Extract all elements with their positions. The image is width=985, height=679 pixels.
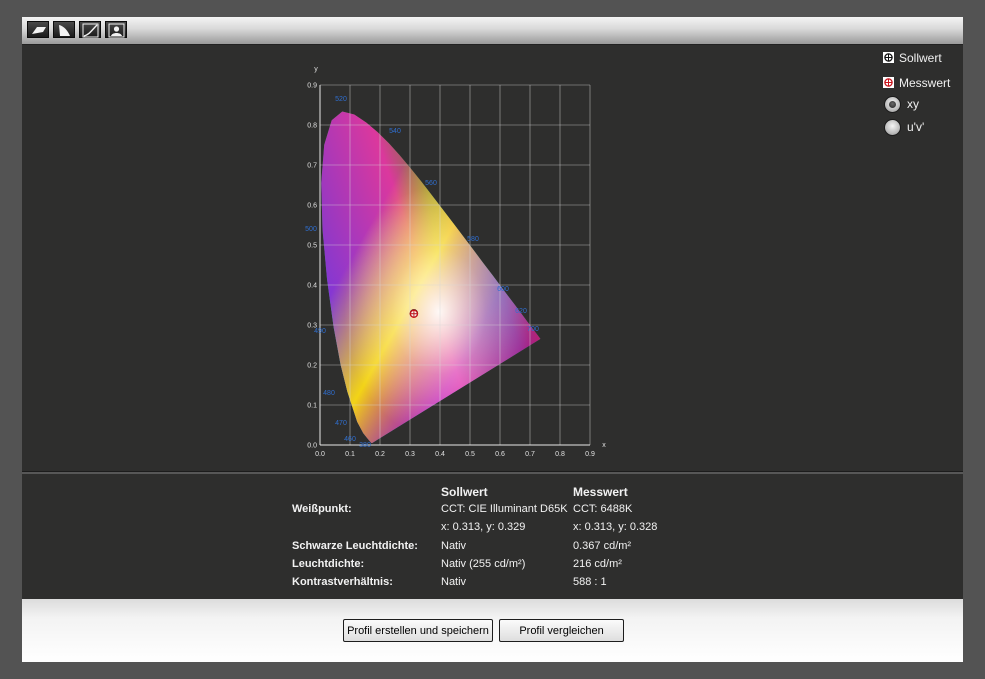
wavelength-label-500: 500 [305, 226, 317, 233]
legend-target-label: Sollwert [899, 51, 942, 65]
x-tick-label-2: 0.2 [375, 451, 385, 458]
cie-xy-chart: 0.0 0.1 0.2 0.3 0.4 0.5 0.6 0.7 0.8 0.9 0.0 0.1 0.2 0… [305, 66, 606, 458]
column-header-target: Sollwert [441, 485, 488, 499]
row-label-black-luminance: Schwarze Leuchtdichte: [292, 540, 418, 552]
x-tick-label-1: 0.1 [345, 451, 355, 458]
x-tick-label-6: 0.6 [495, 451, 505, 458]
x-axis-label: x [602, 442, 606, 449]
target-marker-icon [883, 52, 894, 63]
measured-white-point-xy: x: 0.313, y: 0.328 [573, 521, 658, 533]
x-tick-label-5: 0.5 [465, 451, 475, 458]
measured-luminance: 216 cd/m² [573, 558, 622, 570]
y-tick-label-8: 0.8 [307, 123, 317, 130]
target-contrast: Nativ [441, 576, 467, 588]
x-tick-label-9: 0.9 [585, 451, 595, 458]
y-tick-label-7: 0.7 [307, 163, 317, 170]
gamut-white-layer [321, 111, 541, 443]
x-tick-label-3: 0.3 [405, 451, 415, 458]
gamut-view-icon [32, 27, 46, 34]
gamut-view-button[interactable] [27, 21, 49, 38]
y-tick-label-4: 0.4 [307, 283, 317, 290]
wavelength-label-560: 560 [425, 180, 437, 187]
wavelength-label-580: 580 [467, 236, 479, 243]
wavelength-label-700: 700 [527, 326, 539, 333]
tone-curve-icon [82, 23, 99, 38]
tone-curve-button[interactable] [79, 21, 101, 38]
y-tick-label-2: 0.2 [307, 363, 317, 370]
gamut-color-layers [321, 111, 541, 443]
user-icon [108, 23, 125, 38]
row-label-contrast: Kontrastverhältnis: [292, 576, 393, 588]
radio-uv-button[interactable] [885, 120, 900, 135]
x-tick-label-7: 0.7 [525, 451, 535, 458]
x-tick-label-4: 0.4 [435, 451, 445, 458]
wavelength-label-460: 460 [344, 436, 356, 443]
profile-info-table: Sollwert Messwert Weißpunkt: CCT: CIE Il… [22, 475, 963, 599]
measured-marker-icon [883, 77, 894, 88]
y-tick-label-1: 0.1 [307, 403, 317, 410]
x-tick-label-0: 0.0 [315, 451, 325, 458]
toolbar [22, 17, 963, 45]
measured-contrast: 588 : 1 [573, 576, 607, 588]
white-point-icon [59, 25, 70, 36]
compare-profile-button[interactable]: Profil vergleichen [499, 619, 624, 642]
row-label-white-point: Weißpunkt: [292, 503, 352, 515]
section-divider [22, 471, 963, 474]
main-window: 0.0 0.1 0.2 0.3 0.4 0.5 0.6 0.7 0.8 0.9 0.0 0.1 0.2 0… [22, 17, 963, 662]
footer-bar: Profil erstellen und speichern Profil ve… [22, 599, 963, 662]
wavelength-label-480: 480 [323, 390, 335, 397]
user-button[interactable] [105, 21, 127, 38]
radio-xy-button[interactable] [885, 97, 900, 112]
radio-uv-label: u'v' [907, 120, 925, 134]
row-label-luminance: Leuchtdichte: [292, 558, 365, 570]
wavelength-label-380: 380 [359, 442, 371, 449]
wavelength-label-470: 470 [335, 420, 347, 427]
target-white-point-xy: x: 0.313, y: 0.329 [441, 521, 526, 533]
column-header-measured: Messwert [573, 485, 628, 499]
target-black-luminance: Nativ [441, 540, 467, 552]
measured-black-luminance: 0.367 cd/m² [573, 540, 632, 552]
wavelength-label-520: 520 [335, 96, 347, 103]
y-tick-label-0: 0.0 [307, 443, 317, 450]
target-luminance: Nativ (255 cd/m²) [441, 558, 526, 570]
measured-white-point-cct: CCT: 6488K [573, 503, 633, 515]
y-tick-label-6: 0.6 [307, 203, 317, 210]
wavelength-label-490: 490 [314, 328, 326, 335]
target-white-point-cct: CCT: CIE Illuminant D65K [441, 503, 568, 515]
radio-xy-label: xy [907, 97, 919, 111]
wavelength-label-540: 540 [389, 128, 401, 135]
wavelength-label-620: 620 [515, 308, 527, 315]
wavelength-label-600: 600 [497, 286, 509, 293]
create-profile-button[interactable]: Profil erstellen und speichern [343, 619, 493, 642]
legend-measured-label: Messwert [899, 76, 951, 90]
y-tick-label-5: 0.5 [307, 243, 317, 250]
white-point-button[interactable] [53, 21, 75, 38]
y-axis-label: y [314, 66, 318, 73]
y-tick-label-9: 0.9 [307, 83, 317, 90]
chromaticity-chart-area: 0.0 0.1 0.2 0.3 0.4 0.5 0.6 0.7 0.8 0.9 0.0 0.1 0.2 0… [22, 45, 963, 469]
x-tick-label-8: 0.8 [555, 451, 565, 458]
